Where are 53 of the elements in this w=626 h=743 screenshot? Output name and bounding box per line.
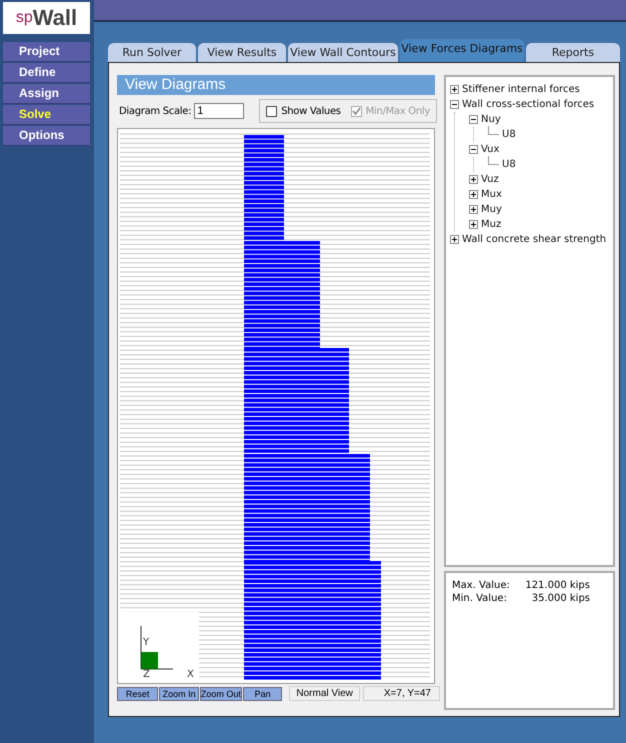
tree-connector (488, 126, 499, 135)
tree-item[interactable]: Muz (481, 219, 502, 230)
tree-item[interactable]: Vux (481, 144, 500, 155)
tree-item[interactable]: Wall cross-sectional forces (462, 99, 594, 110)
tree-item[interactable]: Mux (481, 189, 502, 200)
tree-item[interactable]: Vuz (481, 174, 499, 185)
view-button[interactable]: Reset (117, 686, 158, 700)
tree-item[interactable]: Stiffener internal forces (462, 84, 580, 95)
view-button[interactable]: Zoom Out (200, 686, 242, 700)
status-text: Normal View (289, 686, 360, 701)
scale-field[interactable]: 1 (194, 103, 244, 119)
checkbox-label: Min/Max Only (366, 106, 430, 116)
panel-title: View Diagrams (117, 75, 435, 95)
collapse-icon[interactable] (469, 145, 478, 154)
tab[interactable]: View Wall Contours (288, 43, 398, 62)
tree-item[interactable]: Nuy (481, 114, 501, 125)
x-axis-label: X (187, 670, 194, 680)
tab[interactable]: Run Solver (108, 43, 196, 62)
collapse-icon[interactable] (450, 100, 459, 109)
value-label: Min. Value: (452, 592, 508, 605)
expand-icon[interactable] (469, 190, 478, 199)
tab[interactable]: View Results (198, 43, 286, 62)
view-button[interactable]: Zoom In (159, 686, 199, 700)
tab[interactable]: View Forces Diagrams (400, 39, 524, 62)
view-button[interactable]: Pan (242, 686, 282, 700)
menu-item[interactable]: Project (3, 42, 90, 62)
expand-icon[interactable] (469, 175, 478, 184)
axes-drawing (140, 626, 174, 670)
checkbox[interactable] (266, 106, 278, 116)
value-label: Max. Value: (452, 579, 511, 592)
tree-connector (488, 156, 499, 165)
menu-item[interactable]: Solve (3, 105, 90, 125)
app-logo: spWall (3, 2, 90, 34)
checkbox-label: Show Values (281, 106, 341, 116)
collapse-icon[interactable] (469, 115, 478, 124)
tree-item[interactable]: Muy (481, 204, 502, 215)
expand-icon[interactable] (450, 235, 459, 244)
scale-label: Diagram Scale: (119, 106, 192, 116)
tree-item[interactable]: U8 (502, 159, 516, 170)
tab[interactable]: Reports (526, 43, 620, 62)
menu-item[interactable]: Define (3, 63, 90, 83)
tree-item[interactable]: U8 (502, 129, 516, 140)
status-text: X=7, Y=47 (362, 686, 440, 701)
tree-item[interactable]: Wall concrete shear strength (462, 234, 606, 245)
menu-item[interactable]: Assign (3, 84, 90, 104)
expand-icon[interactable] (450, 85, 459, 94)
z-axis-label: Z (143, 670, 150, 680)
y-axis-label: Y (143, 638, 150, 648)
expand-icon[interactable] (469, 220, 478, 229)
menu-item[interactable]: Options (3, 126, 90, 146)
value-text: 35.000 kips (530, 592, 590, 605)
expand-icon[interactable] (469, 205, 478, 214)
value-text: 121.000 kips (524, 579, 590, 592)
